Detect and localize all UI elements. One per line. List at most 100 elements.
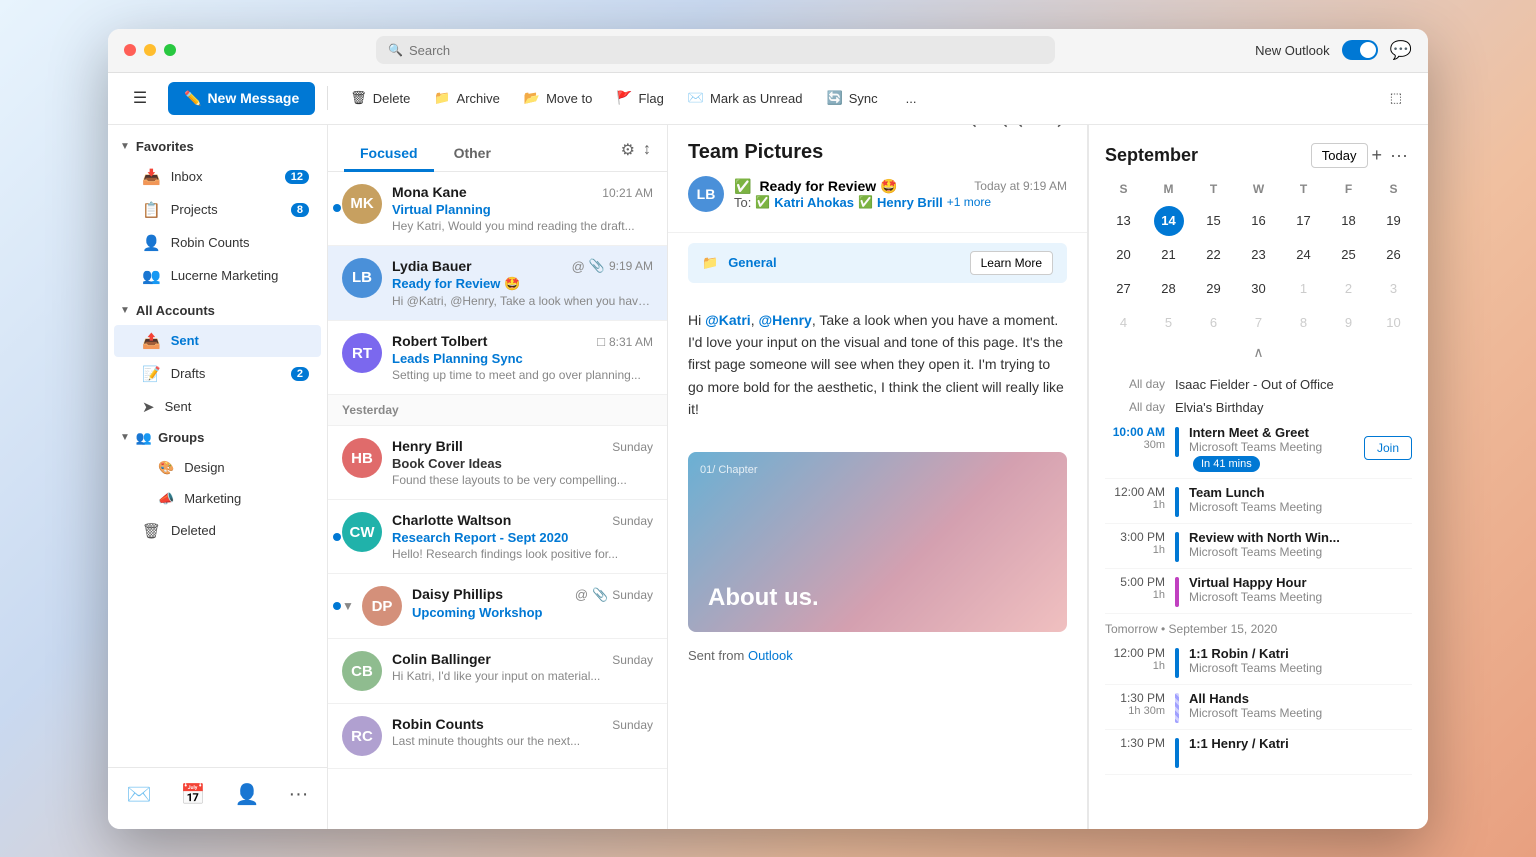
- cal-day[interactable]: 23: [1244, 240, 1274, 270]
- sidebar-item-deleted[interactable]: 🗑 Deleted: [114, 515, 321, 547]
- calendar-footer-btn[interactable]: 📅: [175, 776, 212, 813]
- email-item[interactable]: CW Charlotte Waltson Sunday Research Rep…: [328, 500, 667, 574]
- trash-icon: 🗑: [350, 90, 367, 106]
- tab-other[interactable]: Other: [438, 137, 507, 172]
- archive-button[interactable]: 📁 Archive: [424, 84, 510, 112]
- cal-day[interactable]: 9: [1334, 308, 1364, 338]
- calendar-add-button[interactable]: +: [1368, 141, 1387, 170]
- sidebar-item-lucerne[interactable]: 👥 Lucerne Marketing: [114, 260, 321, 292]
- cal-day[interactable]: 13: [1109, 206, 1139, 236]
- cal-day[interactable]: 28: [1154, 274, 1184, 304]
- sidebar-item-design[interactable]: 🎨 Design: [114, 453, 321, 483]
- cal-day[interactable]: 8: [1289, 308, 1319, 338]
- outlook-link[interactable]: Outlook: [748, 648, 793, 663]
- learn-more-button[interactable]: Learn More: [970, 251, 1053, 275]
- email-item[interactable]: HB Henry Brill Sunday Book Cover Ideas F…: [328, 426, 667, 500]
- sidebar-item-projects[interactable]: 📋 Projects 8: [114, 194, 321, 226]
- flag-button[interactable]: 🚩 Flag: [606, 84, 673, 112]
- email-item[interactable]: RT Robert Tolbert □ 8:31 AM Leads Planni…: [328, 321, 667, 395]
- email-header: Mona Kane 10:21 AM: [392, 184, 653, 200]
- sidebar-item-inbox[interactable]: 📥 Inbox 12: [114, 161, 321, 193]
- cal-day[interactable]: 2: [1334, 274, 1364, 304]
- cal-day[interactable]: 26: [1379, 240, 1409, 270]
- cal-day[interactable]: 20: [1109, 240, 1139, 270]
- minimize-button[interactable]: [144, 44, 156, 56]
- sidebar-item-sent[interactable]: 📤 Sent: [114, 325, 321, 357]
- sidebar-item-sent2[interactable]: ➤ Sent: [114, 391, 321, 423]
- delete-button[interactable]: 🗑 Delete: [340, 84, 420, 112]
- contacts-footer-btn[interactable]: 👤: [228, 776, 265, 813]
- cal-day[interactable]: 24: [1289, 240, 1319, 270]
- recipient2[interactable]: Henry Brill: [877, 195, 943, 210]
- cal-day[interactable]: 5: [1154, 308, 1184, 338]
- search-bar[interactable]: 🔍: [376, 36, 1055, 64]
- tab-focused[interactable]: Focused: [344, 137, 434, 172]
- cal-day[interactable]: 7: [1244, 308, 1274, 338]
- new-outlook-toggle[interactable]: [1342, 40, 1378, 60]
- email-item[interactable]: CB Colin Ballinger Sunday Hi Katri, I'd …: [328, 639, 667, 704]
- search-input[interactable]: [409, 43, 1043, 58]
- cal-day[interactable]: 18: [1334, 206, 1364, 236]
- all-accounts-header[interactable]: ▼ All Accounts: [108, 297, 327, 324]
- avatar: DP: [362, 586, 402, 626]
- email-item[interactable]: RC Robin Counts Sunday Last minute thoug…: [328, 704, 667, 769]
- more-footer-btn[interactable]: ···: [282, 776, 314, 813]
- cal-day[interactable]: 15: [1199, 206, 1229, 236]
- cal-day[interactable]: 29: [1199, 274, 1229, 304]
- mention-katri: @Katri: [705, 312, 751, 328]
- cal-day[interactable]: 4: [1109, 308, 1139, 338]
- groups-header[interactable]: ▼ 👥 Groups: [108, 424, 327, 452]
- reply-btn[interactable]: ↩: [967, 125, 990, 138]
- general-tag[interactable]: General: [728, 255, 776, 270]
- new-message-button[interactable]: ✏️ New Message: [168, 82, 315, 115]
- event-bar: [1175, 738, 1179, 768]
- calendar-event-row: 5:00 PM 1h Virtual Happy Hour Microsoft …: [1105, 569, 1412, 614]
- cal-day[interactable]: 1: [1289, 274, 1319, 304]
- cal-day[interactable]: 25: [1334, 240, 1364, 270]
- email-item[interactable]: ▼ DP Daisy Phillips @ 📎 Sunday Upcoming …: [328, 574, 667, 639]
- more-toolbar-button[interactable]: ...: [896, 85, 927, 112]
- filter-btn[interactable]: ⚙: [621, 140, 635, 160]
- email-item[interactable]: LB Lydia Bauer @ 📎 9:19 AM Ready for Rev…: [328, 246, 667, 322]
- weekday-s2: S: [1371, 178, 1416, 200]
- hamburger-menu[interactable]: ☰: [124, 82, 156, 114]
- email-item[interactable]: MK Mona Kane 10:21 AM Virtual Planning H…: [328, 172, 667, 246]
- cal-day[interactable]: 22: [1199, 240, 1229, 270]
- sync-icon: 🔄: [827, 90, 843, 106]
- unread-indicator: [333, 602, 341, 610]
- sidebar-item-robin-counts[interactable]: 👤 Robin Counts: [114, 227, 321, 259]
- cal-day[interactable]: 16: [1244, 206, 1274, 236]
- mail-footer-btn[interactable]: ✉️: [121, 776, 158, 813]
- cal-day[interactable]: 6: [1199, 308, 1229, 338]
- cal-day[interactable]: 30: [1244, 274, 1274, 304]
- cal-day[interactable]: 3: [1379, 274, 1409, 304]
- sort-btn[interactable]: ↕: [643, 141, 651, 159]
- cal-day[interactable]: 17: [1289, 206, 1319, 236]
- email-list: Focused Other ⚙ ↕ MK Mona Kane 10:21 AM: [328, 125, 668, 829]
- sidebar-item-marketing[interactable]: 📣 Marketing: [114, 484, 321, 514]
- cal-day[interactable]: 10: [1379, 308, 1409, 338]
- forward-btn[interactable]: ↪: [1044, 125, 1067, 138]
- calendar-collapse-button[interactable]: ∧: [1089, 340, 1428, 365]
- cal-day[interactable]: 19: [1379, 206, 1409, 236]
- expand-button[interactable]: ⬚: [1380, 84, 1412, 112]
- recipient1[interactable]: Katri Ahokas: [774, 195, 854, 210]
- cal-day-today[interactable]: 14: [1154, 206, 1184, 236]
- favorites-header[interactable]: ▼ Favorites: [108, 133, 327, 160]
- calendar-more-button[interactable]: ···: [1386, 141, 1412, 170]
- more-recipients[interactable]: +1 more: [947, 195, 991, 209]
- sidebar-item-drafts[interactable]: 📝 Drafts 2: [114, 358, 321, 390]
- maximize-button[interactable]: [164, 44, 176, 56]
- sync-button[interactable]: 🔄 Sync: [817, 84, 888, 112]
- calendar-today-button[interactable]: Today: [1311, 143, 1368, 168]
- move-to-button[interactable]: 📂 Move to: [514, 84, 602, 112]
- sidebar: ▼ Favorites 📥 Inbox 12 📋 Projects 8 👤 Ro…: [108, 125, 328, 829]
- reply-all-btn[interactable]: ↩↩: [998, 125, 1036, 138]
- cal-day[interactable]: 21: [1154, 240, 1184, 270]
- close-button[interactable]: [124, 44, 136, 56]
- cal-day[interactable]: 27: [1109, 274, 1139, 304]
- chat-icon[interactable]: 💬: [1390, 40, 1412, 61]
- mark-unread-button[interactable]: ✉️ Mark as Unread: [678, 84, 813, 112]
- event-title: 1:1 Robin / Katri: [1189, 646, 1412, 661]
- join-button[interactable]: Join: [1364, 436, 1412, 460]
